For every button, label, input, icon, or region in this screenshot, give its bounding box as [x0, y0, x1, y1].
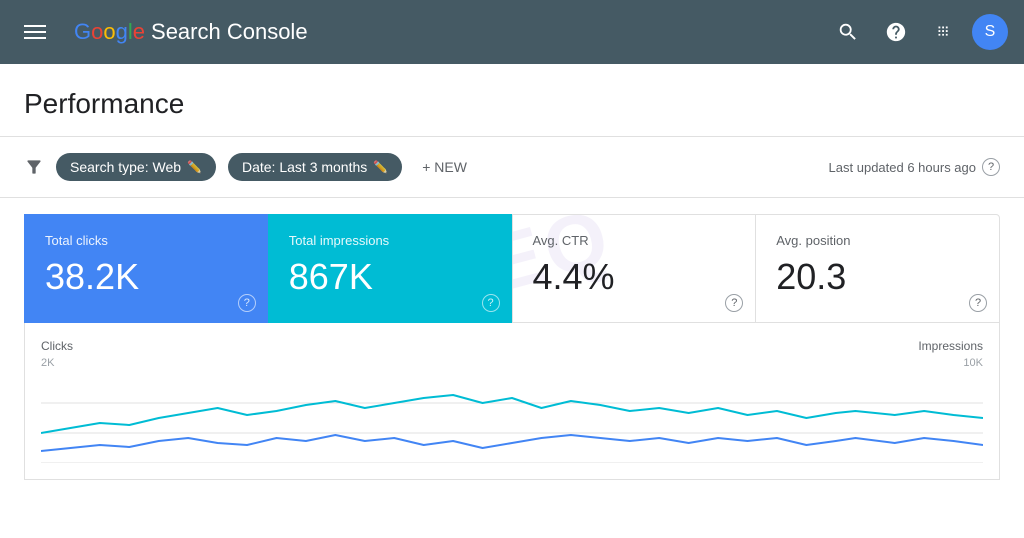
chart-left-label: Clicks [41, 339, 73, 353]
menu-icon[interactable] [16, 17, 54, 47]
last-updated-text: Last updated 6 hours ago ? [829, 158, 1000, 176]
chart-right-label: Impressions [918, 339, 983, 353]
avg-position-card[interactable]: Avg. position 20.3 ? [755, 214, 1000, 323]
google-wordmark: Google [74, 19, 145, 45]
edit-icon: ✏️ [187, 160, 202, 174]
avg-position-help-icon[interactable]: ? [969, 294, 987, 312]
avg-ctr-value: 4.4% [533, 256, 736, 298]
total-impressions-help-icon[interactable]: ? [482, 294, 500, 312]
search-icon[interactable] [828, 12, 868, 52]
avg-ctr-help-icon[interactable]: ? [725, 294, 743, 312]
product-name: Search Console [151, 19, 308, 45]
header: Google Search Console S [0, 0, 1024, 64]
chart-labels: Clicks Impressions [41, 339, 983, 353]
avg-position-value: 20.3 [776, 256, 979, 298]
new-filter-button[interactable]: + NEW [414, 153, 475, 181]
total-clicks-card[interactable]: Total clicks 38.2K ? [24, 214, 268, 323]
app-logo: Google Search Console [74, 19, 308, 45]
avg-position-label: Avg. position [776, 233, 979, 248]
filter-icon[interactable] [24, 157, 44, 177]
metrics-container: WEQ Total clicks 38.2K ? Total impressio… [0, 198, 1024, 323]
search-type-filter[interactable]: Search type: Web ✏️ [56, 153, 216, 181]
total-clicks-label: Total clicks [45, 233, 248, 248]
page-title: Performance [24, 88, 1000, 120]
avg-ctr-card[interactable]: Avg. CTR 4.4% ? [512, 214, 756, 323]
chart-container: Clicks Impressions 2K 10K [24, 323, 1000, 480]
main-content: Performance Search type: Web ✏️ Date: La… [0, 64, 1024, 538]
total-clicks-value: 38.2K [45, 256, 248, 298]
chart-scale: 2K 10K [41, 357, 983, 369]
edit-icon: ✏️ [373, 160, 388, 174]
chart-left-scale: 2K [41, 357, 54, 369]
header-actions: S [828, 12, 1008, 52]
date-filter[interactable]: Date: Last 3 months ✏️ [228, 153, 402, 181]
total-impressions-label: Total impressions [289, 233, 492, 248]
help-icon[interactable] [876, 12, 916, 52]
total-impressions-value: 867K [289, 256, 492, 298]
user-avatar[interactable]: S [972, 14, 1008, 50]
chart-svg [41, 373, 983, 463]
last-updated-help-icon[interactable]: ? [982, 158, 1000, 176]
total-clicks-help-icon[interactable]: ? [238, 294, 256, 312]
apps-icon[interactable] [924, 12, 964, 52]
avg-ctr-label: Avg. CTR [533, 233, 736, 248]
total-impressions-card[interactable]: Total impressions 867K ? [268, 214, 512, 323]
filter-bar: Search type: Web ✏️ Date: Last 3 months … [0, 137, 1024, 198]
chart-right-scale: 10K [963, 357, 983, 369]
performance-header: Performance [0, 64, 1024, 137]
